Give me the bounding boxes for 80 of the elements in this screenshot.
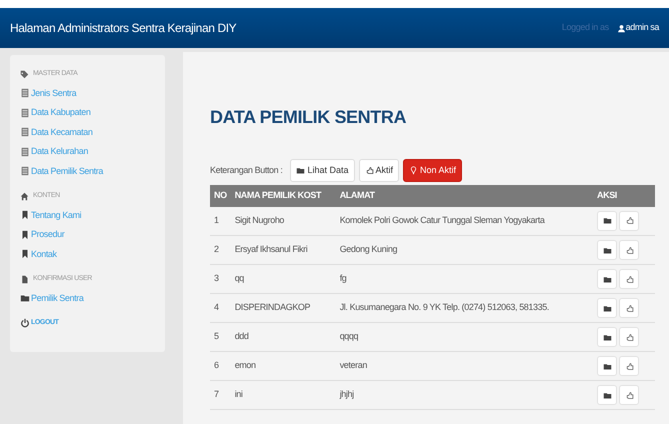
thumb-icon <box>624 274 634 284</box>
table-cell: fg <box>340 273 346 284</box>
thumb-icon <box>624 332 634 342</box>
table-cell: ddd <box>234 331 249 342</box>
table-cell: emon <box>234 360 256 370</box>
column-header: NAMA PEMILIK KOST <box>230 185 336 207</box>
sidebar-link[interactable]: Pemilik Sentra <box>20 288 155 308</box>
pin-icon <box>409 166 418 175</box>
table-cell: jhjhj <box>340 389 354 400</box>
view-button[interactable] <box>597 327 617 348</box>
sidebar-link[interactable]: Jenis Sentra <box>20 84 155 103</box>
table-cell: Gedong Kuning <box>340 244 398 254</box>
view-button[interactable] <box>597 240 617 260</box>
legend-label: Keterangan Button : <box>210 164 282 177</box>
view-button[interactable] <box>597 385 617 406</box>
table-cell: 7 <box>214 389 219 400</box>
sidebar-link[interactable]: Data Pemilik Sentra <box>20 162 155 181</box>
sidebar-link[interactable]: Data Kabupaten <box>20 103 155 122</box>
list-icon <box>20 127 30 138</box>
table-cell: qq <box>234 273 244 284</box>
home-icon <box>20 192 29 201</box>
folder-icon <box>602 304 612 313</box>
table-cell: 3 <box>214 273 219 284</box>
column-header: AKSI <box>593 185 655 207</box>
table-cell: Ersyaf Ikhsanul Fikri <box>234 244 308 254</box>
site-title: Halaman Administrators Sentra Kerajinan DIY <box>10 20 236 37</box>
table-cell: 6 <box>214 360 219 370</box>
bookmark-icon <box>20 210 30 220</box>
list-icon <box>20 146 30 157</box>
folder-icon <box>602 332 612 342</box>
view-button[interactable] <box>597 356 617 376</box>
thumb-icon <box>624 216 634 226</box>
bookmark-icon <box>20 230 30 240</box>
list-icon <box>20 108 30 118</box>
table-cell: veteran <box>340 360 367 370</box>
logged-in-label: Logged in as <box>562 21 609 34</box>
folder-icon <box>602 390 612 400</box>
list-icon <box>20 166 30 176</box>
tag-icon <box>20 70 29 79</box>
table-cell: DISPERINDAGKOP <box>234 302 310 312</box>
view-button[interactable] <box>597 298 617 318</box>
table-cell: qqqq <box>340 331 358 342</box>
table-cell: 4 <box>214 302 219 312</box>
folder-icon <box>602 216 612 226</box>
user-icon <box>616 24 626 32</box>
sidebar-link[interactable]: Data Kelurahan <box>20 142 155 162</box>
sidebar-link[interactable]: Kontak <box>20 244 155 264</box>
folder-icon <box>296 166 306 175</box>
thumb-icon <box>624 246 634 255</box>
view-button[interactable] <box>597 269 617 290</box>
activate-button[interactable]: Aktif <box>358 158 400 182</box>
power-icon <box>20 318 30 328</box>
sidebar-link[interactable]: Data Kecamatan <box>20 122 155 142</box>
table-cell: 5 <box>214 331 219 342</box>
column-header: ALAMAT <box>336 185 593 207</box>
file-icon <box>20 274 29 284</box>
column-header: NO <box>210 185 231 207</box>
user-link[interactable]: admin sa <box>616 21 659 35</box>
thumb-icon <box>364 166 374 175</box>
list-icon <box>20 88 30 98</box>
thumb-icon <box>624 362 634 371</box>
table-cell: Sigit Nugroho <box>234 215 284 226</box>
folder-icon <box>602 274 612 284</box>
folder-icon <box>602 362 612 371</box>
thumb-icon <box>624 390 634 400</box>
sidebar-link[interactable]: Prosedur <box>20 225 155 244</box>
thumb-icon <box>624 304 634 313</box>
bookmark-icon <box>20 249 30 260</box>
table-cell: Jl. Kusumanegara No. 9 YK Telp. (0274) 512063, 581335. <box>340 302 549 312</box>
view-button[interactable] <box>597 210 617 231</box>
page-title: DATA PEMILIK SENTRA <box>210 107 408 129</box>
table-cell: 2 <box>214 244 219 254</box>
sidebar-link[interactable]: Tentang Kami <box>20 206 155 225</box>
table-cell: 1 <box>214 215 219 226</box>
folder-icon <box>20 293 30 304</box>
deactivate-button[interactable]: Non Aktif <box>403 158 462 182</box>
table-cell: Komolek Polri Gowok Catur Tunggal Sleman Yogyakarta <box>340 215 544 226</box>
table-cell: ini <box>234 389 243 400</box>
folder-icon <box>602 246 612 255</box>
view-button[interactable]: Lihat Data <box>290 158 354 182</box>
